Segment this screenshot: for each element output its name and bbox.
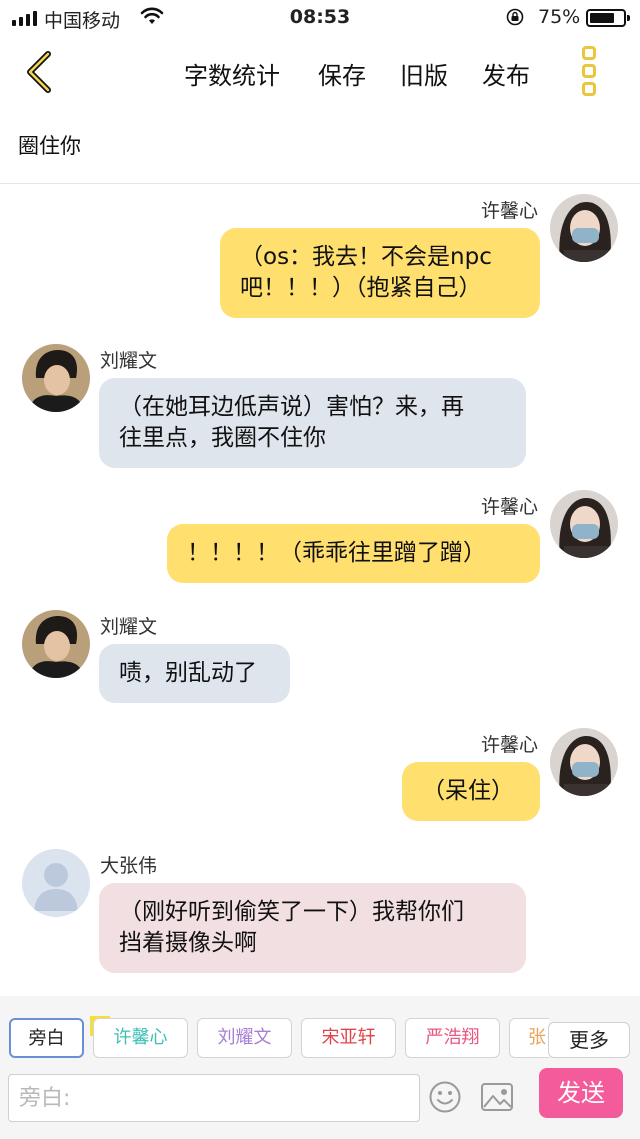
chat-area[interactable]: 许馨心 （os：我去！不会是npc 吧！！！）（抱紧自己） 刘耀文 （在她耳边低… [0, 184, 640, 996]
top-nav: 字数统计 保存 旧版 发布 [0, 36, 640, 108]
chat-message: 许馨心 （呆住） [0, 718, 640, 828]
message-bubble[interactable]: （呆住） [402, 762, 540, 821]
message-bubble[interactable]: 啧，别乱动了 [99, 644, 290, 703]
message-line: 吧！！！）（抱紧自己） [240, 275, 482, 301]
battery-icon [586, 9, 630, 27]
chat-message: 大张伟 （刚好听到偷笑了一下）我帮你们 挡着摄像头啊 [0, 839, 640, 979]
send-button[interactable]: 发送 [539, 1068, 623, 1118]
avatar[interactable] [22, 344, 90, 412]
old-version-button[interactable]: 旧版 [400, 56, 448, 91]
message-line: ！！！！（乖乖往里蹭了蹭） [187, 540, 486, 566]
chat-message: 刘耀文 （在她耳边低声说）害怕？来，再 往里点，我圈不住你 [0, 334, 640, 474]
avatar[interactable] [550, 728, 618, 796]
more-roles-button[interactable]: 更多 [548, 1022, 630, 1058]
emoji-icon[interactable] [428, 1080, 462, 1114]
sender-name: 许馨心 [480, 496, 538, 518]
message-input[interactable] [9, 1075, 419, 1121]
word-count-button[interactable]: 字数统计 [184, 56, 280, 91]
image-icon[interactable] [480, 1082, 514, 1112]
sender-name: 大张伟 [100, 855, 158, 877]
orientation-lock-icon [506, 8, 524, 26]
user-photo-icon [550, 194, 618, 262]
avatar[interactable] [22, 849, 90, 917]
role-chip-yan-haoxiang[interactable]: 严浩翔 [405, 1018, 500, 1058]
message-bubble[interactable]: ！！！！（乖乖往里蹭了蹭） [167, 524, 540, 583]
default-avatar-icon [22, 849, 90, 917]
message-bubble[interactable]: （刚好听到偷笑了一下）我帮你们 挡着摄像头啊 [99, 883, 526, 973]
status-bar: 中国移动 08:53 75% [0, 0, 640, 36]
user-photo-icon [22, 344, 90, 412]
composer-panel: 旁白 主 许馨心 刘耀文 宋亚轩 严浩翔 张 更多 发送 [0, 996, 640, 1139]
message-input-box [8, 1074, 420, 1122]
avatar[interactable] [550, 490, 618, 558]
role-chip-song-yaxuan[interactable]: 宋亚轩 [301, 1018, 396, 1058]
back-chevron-icon[interactable] [18, 50, 62, 94]
message-line: 往里点，我圈不住你 [119, 425, 326, 451]
save-button[interactable]: 保存 [318, 56, 366, 91]
battery-percent: 75% [538, 6, 581, 28]
message-line: （呆住） [422, 778, 514, 804]
publish-button[interactable]: 发布 [482, 56, 530, 91]
role-chip-liu-yaowen[interactable]: 刘耀文 [197, 1018, 292, 1058]
user-photo-icon [22, 610, 90, 678]
sender-name: 许馨心 [480, 734, 538, 756]
document-title: 圈住你 [18, 134, 81, 158]
role-chip-narrator[interactable]: 旁白 [9, 1018, 84, 1058]
chat-message: 刘耀文 啧，别乱动了 [0, 600, 640, 710]
chat-message: 许馨心 ！！！！（乖乖往里蹭了蹭） [0, 480, 640, 590]
sender-name: 刘耀文 [100, 350, 158, 372]
message-line: （刚好听到偷笑了一下）我帮你们 [119, 899, 464, 925]
message-line: （在她耳边低声说）害怕？来，再 [119, 394, 464, 420]
more-menu-icon[interactable] [578, 46, 600, 98]
message-line: 挡着摄像头啊 [119, 930, 257, 956]
message-bubble[interactable]: （在她耳边低声说）害怕？来，再 往里点，我圈不住你 [99, 378, 526, 468]
role-chip-zhang[interactable]: 张 [509, 1018, 549, 1058]
user-photo-icon [550, 728, 618, 796]
avatar[interactable] [22, 610, 90, 678]
role-chip-xu-xinxin[interactable]: 许馨心 [93, 1018, 188, 1058]
user-photo-icon [550, 490, 618, 558]
message-line: 啧，别乱动了 [119, 660, 257, 686]
sender-name: 刘耀文 [100, 616, 158, 638]
sender-name: 许馨心 [480, 200, 538, 222]
message-bubble[interactable]: （os：我去！不会是npc 吧！！！）（抱紧自己） [220, 228, 540, 318]
chat-message: 许馨心 （os：我去！不会是npc 吧！！！）（抱紧自己） [0, 184, 640, 324]
message-line: （os：我去！不会是npc [240, 244, 492, 270]
avatar[interactable] [550, 194, 618, 262]
